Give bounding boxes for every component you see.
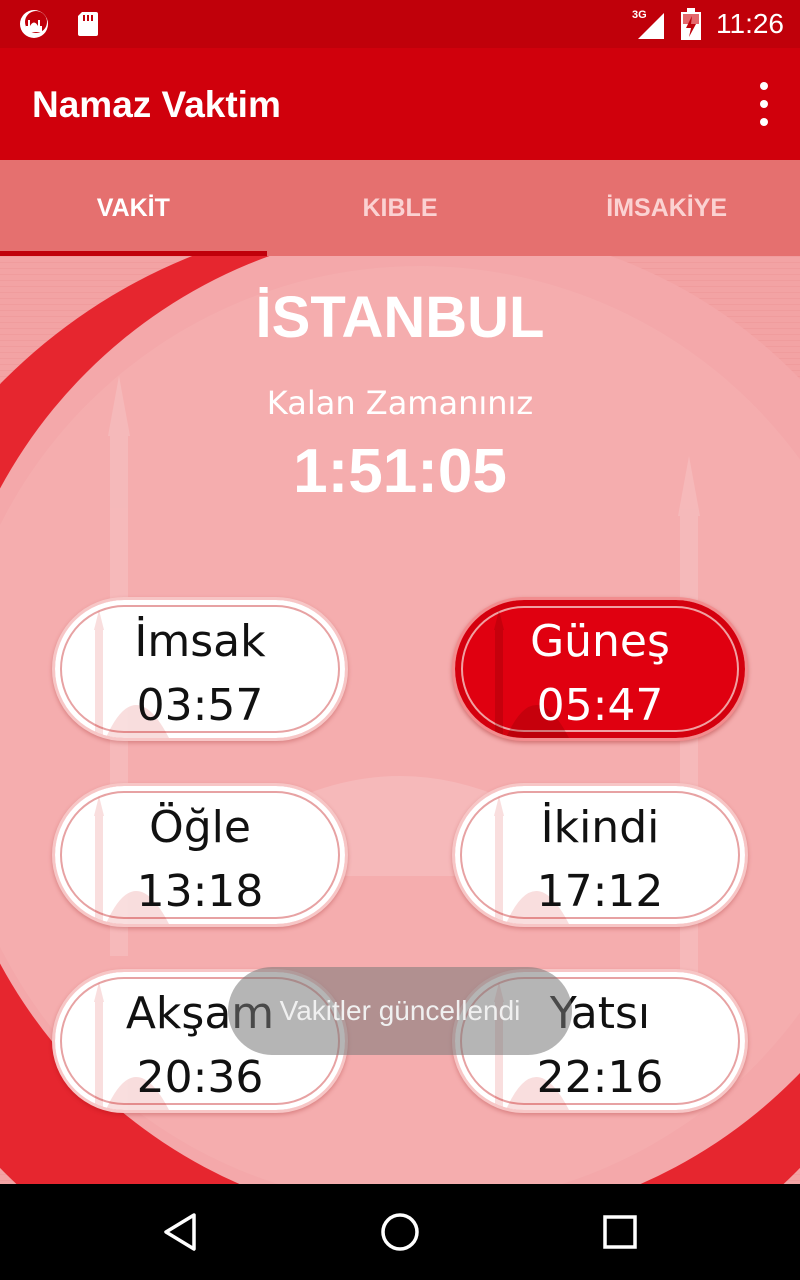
app-notification-icon [20,10,48,38]
prayer-time: 20:36 [136,1052,264,1103]
prayer-time: 22:16 [536,1052,664,1103]
prayer-name: İmsak [134,616,266,667]
app-bar: Namaz Vaktim [0,48,800,160]
tab-bar: VAKİT KIBLE İMSAKİYE [0,160,800,256]
city-name: İSTANBUL [255,285,545,350]
more-vert-icon[interactable] [756,82,772,126]
signal-icon: 3G [632,9,664,39]
prayer-name: Güneş [530,616,670,667]
prayer-name: Öğle [149,802,251,853]
prayer-time: 03:57 [136,680,264,731]
prayer-card-ogle[interactable]: Öğle 13:18 [52,783,348,927]
tab-imsakiye[interactable]: İMSAKİYE [533,160,800,256]
prayer-name: İkindi [540,802,660,853]
recents-icon[interactable] [596,1208,644,1256]
tab-vakit[interactable]: VAKİT [0,160,267,256]
main-content: İSTANBUL Kalan Zamanınız 1:51:05 İmsak 0… [0,256,800,1184]
app-title: Namaz Vaktim [32,84,281,125]
sd-card-icon [78,12,98,36]
menu-dot [760,82,768,90]
prayer-time: 05:47 [536,680,664,731]
toast-message: Vakitler güncellendi [228,967,572,1055]
countdown-timer: 1:51:05 [293,437,507,506]
prayer-card-imsak[interactable]: İmsak 03:57 [52,597,348,741]
status-time: 11:26 [716,8,784,39]
prayer-time: 13:18 [136,866,264,917]
prayer-card-ikindi[interactable]: İkindi 17:12 [452,783,748,927]
menu-dot [760,118,768,126]
prayer-card-gunes[interactable]: Güneş 05:47 [452,597,748,741]
nav-bar [0,1184,800,1280]
tab-kible[interactable]: KIBLE [267,160,534,256]
back-icon[interactable] [156,1208,204,1256]
home-icon[interactable] [376,1208,424,1256]
menu-dot [760,100,768,108]
prayer-time: 17:12 [536,866,664,917]
status-bar: 3G 11:26 [0,0,800,48]
remaining-time-label: Kalan Zamanınız [266,384,534,422]
battery-charging-icon [681,8,701,40]
network-type-label: 3G [632,9,647,21]
